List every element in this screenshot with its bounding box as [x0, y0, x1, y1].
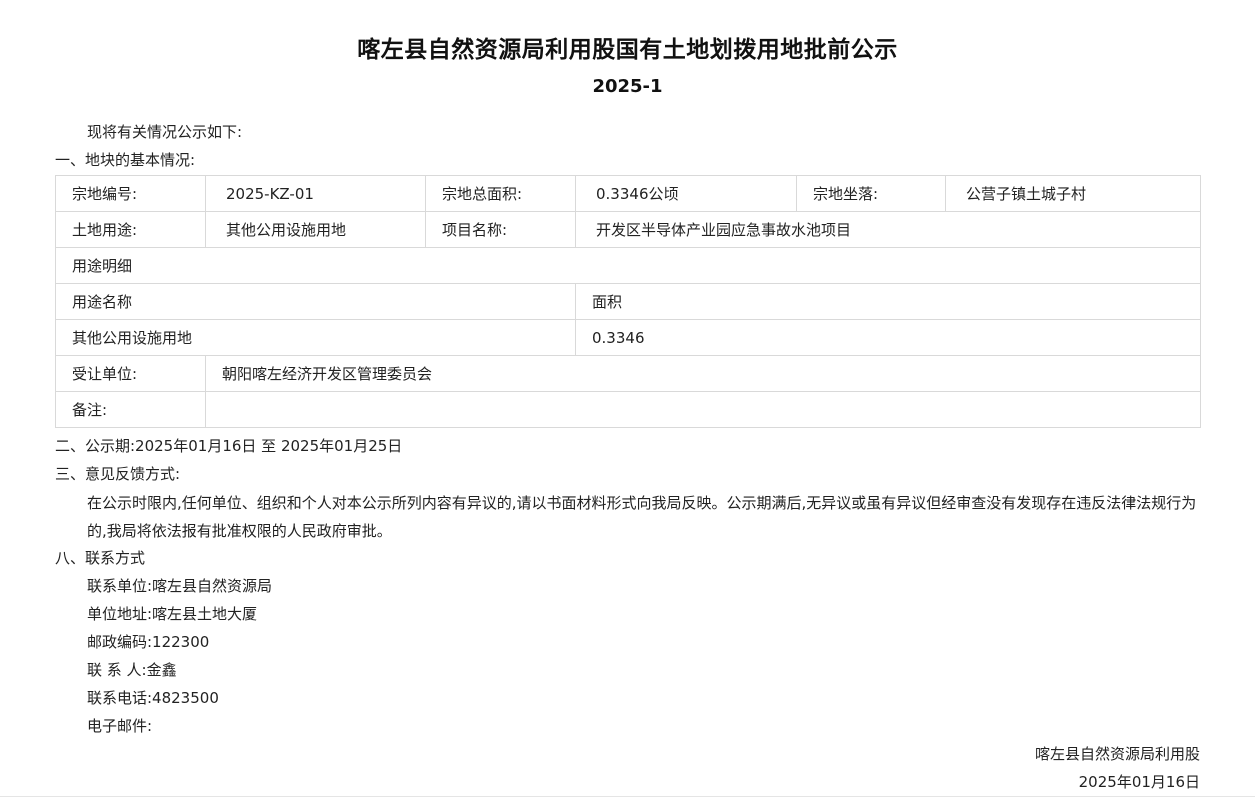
section3-heading: 三、意见反馈方式:	[55, 465, 181, 483]
announcement-number: 2025-1	[592, 76, 663, 97]
table-row: 备注:	[55, 391, 1201, 428]
page-title: 喀左县自然资源局利用股国有土地划拨用地批前公示	[357, 37, 898, 63]
table-row: 其他公用设施用地 0.3346	[55, 319, 1201, 356]
project-name-label: 项目名称:	[425, 211, 576, 248]
total-area-label: 宗地总面积:	[425, 175, 576, 212]
section1-heading: 一、地块的基本情况:	[55, 151, 196, 169]
table-row: 用途明细	[55, 247, 1201, 284]
contact-person: 联 系 人:金鑫	[87, 661, 177, 679]
table-row: 用途名称 面积	[55, 283, 1201, 320]
signature-date: 2025年01月16日	[1078, 773, 1200, 791]
remark-value	[205, 391, 1201, 428]
use-name-header: 用途名称	[55, 283, 576, 320]
use-detail-label: 用途明细	[55, 247, 1201, 284]
grantee-label: 受让单位:	[55, 355, 206, 392]
feedback-text: 在公示时限内,任何单位、组织和个人对本公示所列内容有异议的,请以书面材料形式向我…	[87, 494, 1197, 540]
contact-email: 电子邮件:	[87, 717, 153, 735]
location-label: 宗地坐落:	[796, 175, 946, 212]
table-row: 土地用途: 其他公用设施用地 项目名称: 开发区半导体产业园应急事故水池项目	[55, 211, 1201, 248]
area-header: 面积	[575, 283, 1201, 320]
project-name-value: 开发区半导体产业园应急事故水池项目	[575, 211, 1201, 248]
parcel-no-label: 宗地编号:	[55, 175, 206, 212]
use-row-name: 其他公用设施用地	[55, 319, 576, 356]
bottom-divider	[0, 796, 1255, 797]
signature-org: 喀左县自然资源局利用股	[1034, 745, 1200, 763]
table-row: 受让单位: 朝阳喀左经济开发区管理委员会	[55, 355, 1201, 392]
land-use-value: 其他公用设施用地	[205, 211, 426, 248]
land-use-label: 土地用途:	[55, 211, 206, 248]
remark-label: 备注:	[55, 391, 206, 428]
section2-publicity-period: 二、公示期:2025年01月16日 至 2025年01月25日	[55, 437, 403, 455]
parcel-no-value: 2025-KZ-01	[205, 175, 426, 212]
land-info-table: 宗地编号: 2025-KZ-01 宗地总面积: 0.3346公顷 宗地坐落: 公…	[55, 175, 1201, 428]
use-row-area: 0.3346	[575, 319, 1201, 356]
contact-phone: 联系电话:4823500	[87, 689, 219, 707]
total-area-value: 0.3346公顷	[575, 175, 797, 212]
table-row: 宗地编号: 2025-KZ-01 宗地总面积: 0.3346公顷 宗地坐落: 公…	[55, 175, 1201, 212]
contact-address: 单位地址:喀左县土地大厦	[87, 605, 258, 623]
section8-heading: 八、联系方式	[55, 549, 146, 567]
location-value: 公营子镇土城子村	[945, 175, 1201, 212]
contact-postcode: 邮政编码:122300	[87, 633, 210, 651]
intro-text: 现将有关情况公示如下:	[87, 123, 243, 141]
contact-unit: 联系单位:喀左县自然资源局	[87, 577, 273, 595]
grantee-value: 朝阳喀左经济开发区管理委员会	[205, 355, 1201, 392]
